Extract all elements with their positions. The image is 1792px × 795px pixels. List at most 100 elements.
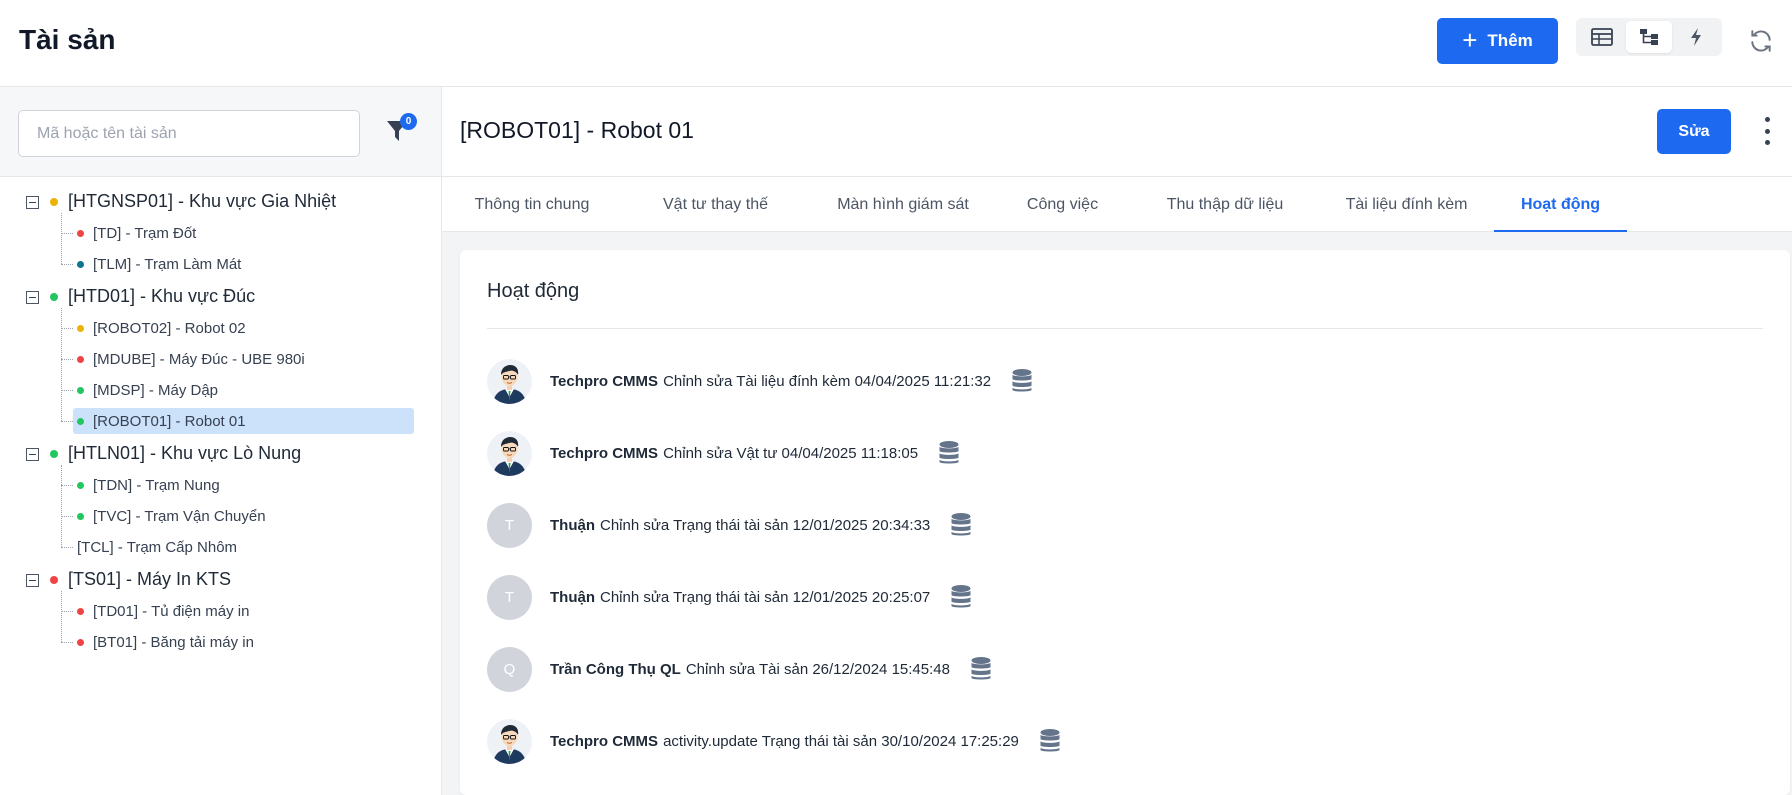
tree-group-item[interactable]: [HTD01] - Khu vực Đúc [50, 286, 255, 307]
tree-leaf-item[interactable]: [ROBOT01] - Robot 01 [73, 408, 414, 434]
tree-connector [61, 591, 62, 642]
tree-leaf-item[interactable]: [TCL] - Trạm Cấp Nhôm [73, 534, 237, 560]
status-dot [77, 260, 84, 268]
add-button[interactable]: + Thêm [1437, 18, 1558, 64]
tree-leaf-item[interactable]: [ROBOT02] - Robot 02 [73, 315, 246, 341]
user-avatar [487, 430, 532, 476]
activity-user: Trần Công Thụ QL [550, 660, 681, 678]
table-view-button[interactable] [1579, 21, 1624, 53]
tab-4[interactable]: Công việc [1023, 177, 1102, 232]
database-icon[interactable] [950, 512, 972, 538]
collapse-toggle-icon[interactable] [26, 291, 39, 304]
asset-search-input[interactable] [18, 110, 360, 157]
status-dot [77, 417, 84, 425]
page-title: Tài sản [19, 24, 116, 55]
tree-leaf-item[interactable]: [TD] - Trạm Đốt [73, 220, 196, 246]
tree-group-item[interactable]: [HTLN01] - Khu vực Lò Nung [50, 443, 301, 464]
status-dot [77, 638, 84, 646]
tab-7[interactable]: Hoạt động [1494, 177, 1627, 232]
tree-view-button[interactable] [1626, 21, 1672, 53]
tab-6[interactable]: Tài liệu đính kèm [1338, 177, 1475, 232]
tree-leaf-item[interactable]: [MDSP] - Máy Dập [73, 377, 218, 403]
database-icon[interactable] [938, 440, 960, 466]
activity-description: Chỉnh sửa Tài liệu đính kèm 04/04/2025 1… [663, 372, 992, 390]
tree-leaf-item[interactable]: [TDN] - Trạm Nung [73, 472, 220, 498]
activity-text: Techpro CMMS Chỉnh sửa Vật tư 04/04/2025 … [550, 445, 918, 462]
tree-leaf-label: [TVC] - Trạm Vận Chuyển [93, 507, 266, 525]
tree-connector [61, 308, 62, 421]
tree-leaf-item[interactable]: [TVC] - Trạm Vận Chuyển [73, 503, 266, 529]
database-icon[interactable] [1011, 368, 1033, 394]
database-icon[interactable] [950, 584, 972, 610]
status-dot [50, 575, 58, 584]
tree-connector [61, 547, 73, 548]
detail-tabs: Thông tin chung Vật tư thay thế Màn hình g… [442, 177, 1792, 232]
tab-1[interactable]: Thông tin chung [467, 177, 597, 232]
user-initial-avatar: T [487, 502, 532, 548]
filter-button[interactable]: 0 [385, 113, 417, 147]
tree-connector [61, 516, 73, 517]
tab-3[interactable]: Màn hình giám sát [834, 177, 972, 232]
detail-header: [ROBOT01] - Robot 01 Sửa [442, 87, 1792, 177]
tree-group-label: [TS01] - Máy In KTS [68, 569, 232, 589]
tree-connector [61, 642, 73, 643]
tree-group-label: [HTLN01] - Khu vực Lò Nung [68, 443, 302, 463]
user-initial-avatar: Q [487, 646, 532, 692]
tree-leaf-label: [TCL] - Trạm Cấp Nhôm [77, 538, 238, 556]
activity-user: Techpro CMMS [550, 444, 659, 462]
tree-leaf-item[interactable]: [MDUBE] - Máy Đúc - UBE 980i [73, 346, 305, 372]
tree-leaf-label: [ROBOT02] - Robot 02 [93, 319, 246, 337]
activity-description: Chỉnh sửa Tài sản 26/12/2024 15:45:48 [685, 660, 950, 678]
asset-sidebar: 0 [HTGNSP01] - Khu vực Gia Nhiệt [TD] - T… [0, 87, 442, 795]
tree-leaf-item[interactable]: [TLM] - Trạm Làm Mát [73, 251, 241, 277]
more-options-icon[interactable] [1762, 117, 1772, 145]
tab-2[interactable]: Vật tư thay thế [657, 177, 774, 232]
tree-leaf-item[interactable]: [BT01] - Băng tải máy in [73, 629, 254, 655]
activity-user: Techpro CMMS [550, 372, 659, 390]
status-dot [50, 292, 58, 301]
tree-connector [61, 233, 73, 234]
activity-title: Hoạt động [487, 280, 580, 302]
tree-connector [61, 264, 73, 265]
status-dot [77, 512, 84, 520]
divider [487, 328, 1763, 329]
tree-leaf-item[interactable]: [TD01] - Tủ điện máy in [73, 598, 249, 624]
refresh-icon[interactable] [1748, 28, 1774, 54]
activity-text: Thuận Chỉnh sửa Trạng thái tài sản 12/01/… [550, 589, 930, 606]
tree-connector [61, 485, 73, 486]
status-dot [77, 386, 84, 394]
tree-leaf-label: [BT01] - Băng tải máy in [93, 633, 254, 651]
add-button-label: Thêm [1487, 31, 1533, 50]
tree-group-item[interactable]: [HTGNSP01] - Khu vực Gia Nhiệt [50, 191, 336, 212]
view-mode-toggle [1576, 18, 1722, 56]
lightning-icon [1691, 28, 1702, 46]
edit-button[interactable]: Sửa [1657, 109, 1731, 154]
tree-connector [61, 359, 73, 360]
collapse-toggle-icon[interactable] [26, 574, 39, 587]
activity-text: Trần Công Thụ QL Chỉnh sửa Tài sản 26/12/… [550, 661, 950, 678]
activity-text: Thuận Chỉnh sửa Trạng thái tài sản 12/01/… [550, 517, 930, 534]
collapse-toggle-icon[interactable] [26, 448, 39, 461]
filter-count-badge: 0 [400, 113, 417, 130]
database-icon[interactable] [970, 656, 992, 682]
database-icon[interactable] [1039, 728, 1061, 754]
quick-view-button[interactable] [1674, 21, 1719, 53]
activity-item: T Thuận Chỉnh sửa Trạng thái tài sản 12/01… [487, 502, 972, 548]
user-avatar [487, 358, 532, 404]
tree-leaf-label: [TLM] - Trạm Làm Mát [93, 255, 242, 273]
activity-card: Hoạt động Techpro CMMS Chỉnh sửa Tài liệu… [460, 250, 1790, 795]
activity-description: Chỉnh sửa Trạng thái tài sản 12/01/2025 … [600, 516, 931, 534]
activity-item: Techpro CMMS Chỉnh sửa Vật tư 04/04/2025 … [487, 430, 960, 476]
user-initial-avatar: T [487, 574, 532, 620]
asset-detail: [ROBOT01] - Robot 01 Sửa Thông tin chung… [442, 87, 1792, 795]
collapse-toggle-icon[interactable] [26, 196, 39, 209]
status-dot [77, 355, 84, 363]
status-dot [77, 229, 84, 237]
activity-description: Chỉnh sửa Vật tư 04/04/2025 11:18:05 [663, 444, 919, 462]
status-dot [77, 481, 84, 489]
tree-leaf-label: [TD01] - Tủ điện máy in [93, 602, 250, 620]
tree-group-item[interactable]: [TS01] - Máy In KTS [50, 569, 231, 590]
activity-user: Thuận [550, 516, 595, 534]
tab-5[interactable]: Thu thập dữ liệu [1152, 177, 1298, 232]
tree-leaf-label: [MDUBE] - Máy Đúc - UBE 980i [93, 350, 305, 368]
